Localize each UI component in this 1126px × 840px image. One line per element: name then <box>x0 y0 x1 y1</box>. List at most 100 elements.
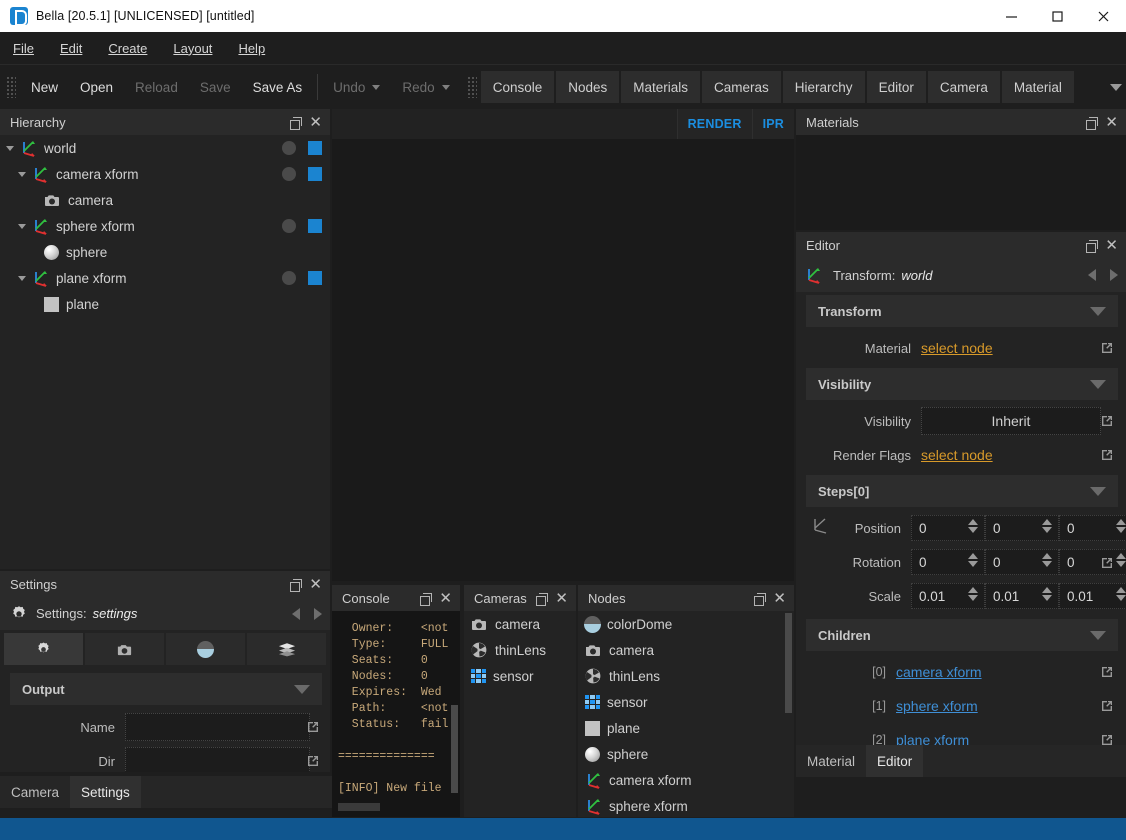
open-external-icon[interactable] <box>1100 341 1114 355</box>
save-as-button[interactable]: Save As <box>242 65 314 109</box>
nav-back-icon[interactable] <box>292 607 300 620</box>
minimize-button[interactable] <box>988 0 1034 32</box>
ipr-button[interactable]: IPR <box>751 109 794 139</box>
collapse-toggle-icon[interactable] <box>1090 306 1106 316</box>
hierarchy-row-camera-xform[interactable]: camera xform <box>0 161 330 187</box>
cameras-item-camera[interactable]: camera <box>464 611 576 637</box>
scale-x-stepper[interactable]: 0.01 <box>911 583 985 609</box>
console-horizontal-scrollbar[interactable] <box>338 803 380 811</box>
chevron-down-icon[interactable] <box>372 84 381 90</box>
stepper-arrows-icon[interactable] <box>968 587 978 601</box>
close-icon[interactable]: ✕ <box>309 115 324 130</box>
rotation-z-stepper[interactable]: 0 <box>1059 549 1126 575</box>
scale-z-stepper[interactable]: 0.01 <box>1059 583 1126 609</box>
tab-material[interactable]: Material <box>1001 71 1074 103</box>
collapse-toggle-icon[interactable] <box>1090 486 1106 496</box>
close-icon[interactable]: ✕ <box>1105 115 1120 130</box>
float-panel-icon[interactable] <box>754 592 767 606</box>
nodes-item-sphere[interactable]: sphere <box>578 741 794 767</box>
nav-back-icon[interactable] <box>1088 269 1096 281</box>
rotation-x-stepper[interactable]: 0 <box>911 549 985 575</box>
node-enable-toggle[interactable] <box>282 167 296 181</box>
open-external-icon[interactable] <box>306 720 320 734</box>
cameras-item-thinlens[interactable]: thinLens <box>464 637 576 663</box>
tab-cameras[interactable]: Cameras <box>702 71 781 103</box>
child-link-camera-xform[interactable]: camera xform <box>896 664 982 680</box>
close-icon[interactable]: ✕ <box>773 591 788 606</box>
section-steps[interactable]: Steps[0] <box>806 475 1118 507</box>
tabbar-grip-icon[interactable] <box>466 76 477 98</box>
visibility-value-field[interactable]: Inherit <box>921 407 1101 435</box>
settings-tab-camera[interactable] <box>85 633 164 665</box>
open-external-icon[interactable] <box>1100 556 1114 570</box>
scale-y-stepper[interactable]: 0.01 <box>985 583 1059 609</box>
node-enable-toggle[interactable] <box>282 271 296 285</box>
nodes-item-thinlens[interactable]: thinLens <box>578 663 794 689</box>
output-name-input[interactable] <box>125 713 310 741</box>
stepper-arrows-icon[interactable] <box>968 553 978 567</box>
console-vertical-scrollbar[interactable] <box>451 705 458 793</box>
close-icon[interactable]: ✕ <box>1105 238 1120 253</box>
tab-camera[interactable]: Camera <box>927 71 1000 103</box>
section-output[interactable]: Output <box>10 673 322 705</box>
hierarchy-row-plane[interactable]: plane <box>0 291 330 317</box>
child-link-sphere-xform[interactable]: sphere xform <box>896 698 978 714</box>
render-button[interactable]: RENDER <box>676 109 752 139</box>
float-panel-icon[interactable] <box>290 116 303 130</box>
open-external-icon[interactable] <box>1100 699 1114 713</box>
stepper-arrows-icon[interactable] <box>1116 587 1126 601</box>
node-enable-toggle[interactable] <box>282 141 296 155</box>
undo-button[interactable]: Undo <box>322 65 391 109</box>
float-panel-icon[interactable] <box>1086 116 1099 130</box>
nodes-item-sensor[interactable]: sensor <box>578 689 794 715</box>
toolbar-grip-icon[interactable] <box>6 76 16 98</box>
node-visibility-toggle[interactable] <box>308 141 322 155</box>
settings-tab-environment[interactable] <box>166 633 245 665</box>
node-enable-toggle[interactable] <box>282 219 296 233</box>
nodes-item-colordome[interactable]: colorDome <box>578 611 794 637</box>
stepper-arrows-icon[interactable] <box>1116 519 1126 533</box>
rotation-y-stepper[interactable]: 0 <box>985 549 1059 575</box>
new-button[interactable]: New <box>20 65 69 109</box>
stepper-arrows-icon[interactable] <box>1042 519 1052 533</box>
tab-console[interactable]: Console <box>480 71 555 103</box>
tab-materials[interactable]: Materials <box>621 71 701 103</box>
child-link-plane-xform[interactable]: plane xform <box>896 732 969 745</box>
expand-toggle-icon[interactable] <box>18 223 26 229</box>
nodes-item-camera[interactable]: camera <box>578 637 794 663</box>
maximize-button[interactable] <box>1034 0 1080 32</box>
nav-forward-icon[interactable] <box>1110 269 1118 281</box>
viewport-canvas[interactable] <box>332 139 794 581</box>
bottom-tab-settings[interactable]: Settings <box>70 776 141 808</box>
float-panel-icon[interactable] <box>536 592 549 606</box>
position-x-stepper[interactable]: 0 <box>911 515 985 541</box>
float-panel-icon[interactable] <box>420 592 433 606</box>
node-visibility-toggle[interactable] <box>308 219 322 233</box>
material-select-node-link[interactable]: select node <box>921 340 993 356</box>
nav-forward-icon[interactable] <box>314 607 322 620</box>
open-external-icon[interactable] <box>1100 414 1114 428</box>
cameras-item-sensor[interactable]: sensor <box>464 663 576 689</box>
expand-toggle-icon[interactable] <box>18 171 26 177</box>
stepper-arrows-icon[interactable] <box>968 519 978 533</box>
close-icon[interactable]: ✕ <box>309 577 324 592</box>
node-visibility-toggle[interactable] <box>308 167 322 181</box>
open-external-icon[interactable] <box>1100 665 1114 679</box>
expand-toggle-icon[interactable] <box>18 275 26 281</box>
float-panel-icon[interactable] <box>290 578 303 592</box>
hierarchy-row-world[interactable]: world <box>0 135 330 161</box>
save-button[interactable]: Save <box>189 65 242 109</box>
menu-edit[interactable]: Edit <box>47 32 95 65</box>
section-visibility[interactable]: Visibility <box>806 368 1118 400</box>
open-external-icon[interactable] <box>1100 733 1114 745</box>
stepper-arrows-icon[interactable] <box>1042 553 1052 567</box>
render-flags-select-node-link[interactable]: select node <box>921 447 993 463</box>
close-icon[interactable]: ✕ <box>555 591 570 606</box>
bottom-tab-material[interactable]: Material <box>796 745 866 777</box>
chevron-down-icon[interactable] <box>441 84 450 90</box>
tab-editor[interactable]: Editor <box>866 71 926 103</box>
hierarchy-row-camera[interactable]: camera <box>0 187 330 213</box>
collapse-toggle-icon[interactable] <box>294 684 310 694</box>
bottom-tab-editor[interactable]: Editor <box>866 745 924 777</box>
hierarchy-row-plane-xform[interactable]: plane xform <box>0 265 330 291</box>
